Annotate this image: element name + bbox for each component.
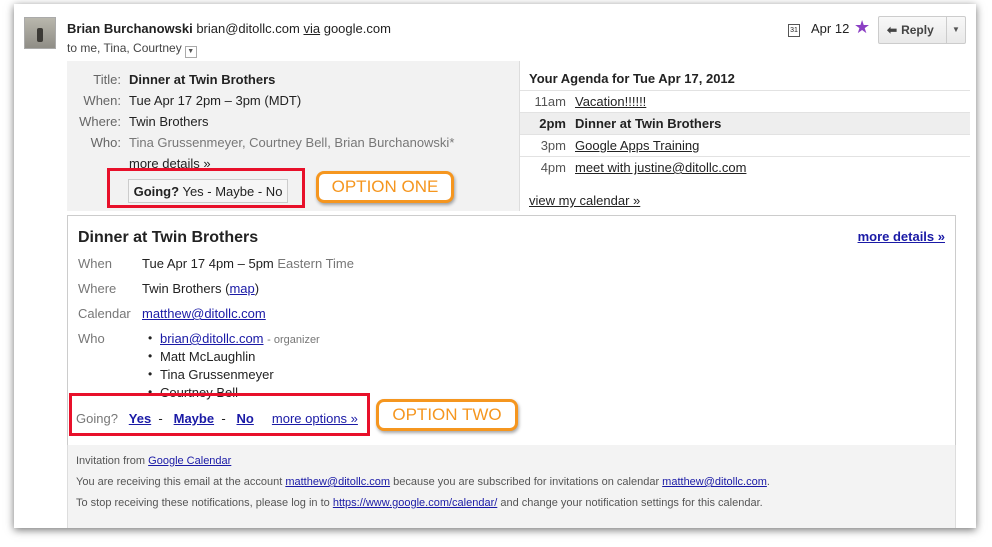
agenda-row: 3pm Google Apps Training xyxy=(520,134,970,156)
option-one-highlight xyxy=(107,168,305,208)
guest-organizer: brian@ditollc.com - organizer xyxy=(160,331,320,346)
bullet: • xyxy=(148,349,153,363)
who-label: Who xyxy=(78,331,105,346)
who-label: Who: xyxy=(90,135,121,150)
footer-line-3: To stop receiving these notifications, p… xyxy=(76,497,763,509)
agenda-event: Dinner at Twin Brothers xyxy=(575,116,722,131)
agenda-time: 3pm xyxy=(540,138,566,153)
invitation-when: Tue Apr 17 2pm – 3pm (MDT) xyxy=(129,93,302,108)
when-label: When: xyxy=(83,93,121,108)
option-two-tag: OPTION TWO xyxy=(376,399,518,431)
where-label: Where: xyxy=(79,114,121,129)
via-link[interactable]: via xyxy=(303,21,320,36)
account-email-link[interactable]: matthew@ditollc.com xyxy=(285,476,390,488)
agenda-event[interactable]: meet with justine@ditollc.com xyxy=(575,160,746,175)
title-label: Title: xyxy=(93,72,121,87)
organizer-link[interactable]: brian@ditollc.com xyxy=(160,331,264,346)
bullet: • xyxy=(148,331,153,345)
agenda-row: 11am Vacation!!!!!! xyxy=(520,90,970,112)
agenda-time: 4pm xyxy=(540,160,566,175)
invitation-who: Tina Grussenmeyer, Courtney Bell, Brian … xyxy=(129,135,455,150)
reply-divider xyxy=(946,17,947,43)
agenda-panel: Your Agenda for Tue Apr 17, 2012 11am Va… xyxy=(519,61,970,211)
details-dropdown-icon[interactable]: ▼ xyxy=(184,46,197,58)
guest-item: Tina Grussenmeyer xyxy=(160,367,274,382)
invitation-footer: Invitation from Google Calendar You are … xyxy=(67,445,956,528)
event-when: Tue Apr 17 4pm – 5pm Eastern Time xyxy=(142,256,354,271)
card-more-details-link[interactable]: more details » xyxy=(858,229,945,244)
sender-line: Brian Burchanowski brian@ditollc.com via… xyxy=(67,21,391,36)
google-calendar-link[interactable]: Google Calendar xyxy=(148,455,231,467)
agenda-row-current: 2pm Dinner at Twin Brothers xyxy=(520,112,970,134)
invitation-where: Twin Brothers xyxy=(129,114,209,129)
calendar-icon: 31 xyxy=(788,24,800,37)
agenda-time: 2pm xyxy=(539,116,566,131)
via-domain: google.com xyxy=(323,21,391,36)
reply-label: Reply xyxy=(901,23,934,37)
reply-button[interactable]: ⬅ Reply ▼ xyxy=(878,16,966,44)
sender-name[interactable]: Brian Burchanowski xyxy=(67,21,193,36)
event-title: Dinner at Twin Brothers xyxy=(78,229,259,246)
footer-line-2: You are receiving this email at the acco… xyxy=(76,476,770,488)
star-icon[interactable]: ★ xyxy=(854,17,870,38)
agenda-event[interactable]: Google Apps Training xyxy=(575,138,699,153)
recipients: to me, Tina, Courtney xyxy=(67,41,182,55)
reply-options-icon[interactable]: ▼ xyxy=(952,25,960,34)
when-label: When xyxy=(78,256,112,271)
organizer-note: - organizer xyxy=(267,334,320,346)
agenda-title: Your Agenda for Tue Apr 17, 2012 xyxy=(529,71,735,86)
sender-avatar xyxy=(24,17,56,49)
event-where: Twin Brothers (map) xyxy=(142,281,260,296)
recipients-line: to me, Tina, Courtney ▼ xyxy=(67,41,197,58)
calendar-link[interactable]: matthew@ditollc.com xyxy=(142,306,266,321)
footer-line-1: Invitation from Google Calendar xyxy=(76,455,232,467)
calendar-label: Calendar xyxy=(78,306,131,321)
calendar-email-link[interactable]: matthew@ditollc.com xyxy=(662,476,767,488)
map-link[interactable]: map xyxy=(229,281,254,296)
sender-email: brian@ditollc.com xyxy=(196,21,300,36)
calendar-url-link[interactable]: https://www.google.com/calendar/ xyxy=(333,497,497,509)
option-two-highlight xyxy=(69,393,370,436)
message-date: Apr 12 xyxy=(811,21,850,36)
view-calendar-link[interactable]: view my calendar » xyxy=(529,193,640,208)
where-label: Where xyxy=(78,281,117,296)
guest-item: Matt McLaughlin xyxy=(160,349,256,364)
reply-arrow-icon: ⬅ xyxy=(887,23,898,37)
invitation-title: Dinner at Twin Brothers xyxy=(129,72,276,87)
agenda-row: 4pm meet with justine@ditollc.com xyxy=(520,156,970,178)
agenda-event[interactable]: Vacation!!!!!! xyxy=(575,94,646,109)
email-message: Brian Burchanowski brian@ditollc.com via… xyxy=(14,4,976,528)
agenda-time: 11am xyxy=(534,94,566,109)
option-one-tag: OPTION ONE xyxy=(316,171,454,203)
bullet: • xyxy=(148,367,153,381)
